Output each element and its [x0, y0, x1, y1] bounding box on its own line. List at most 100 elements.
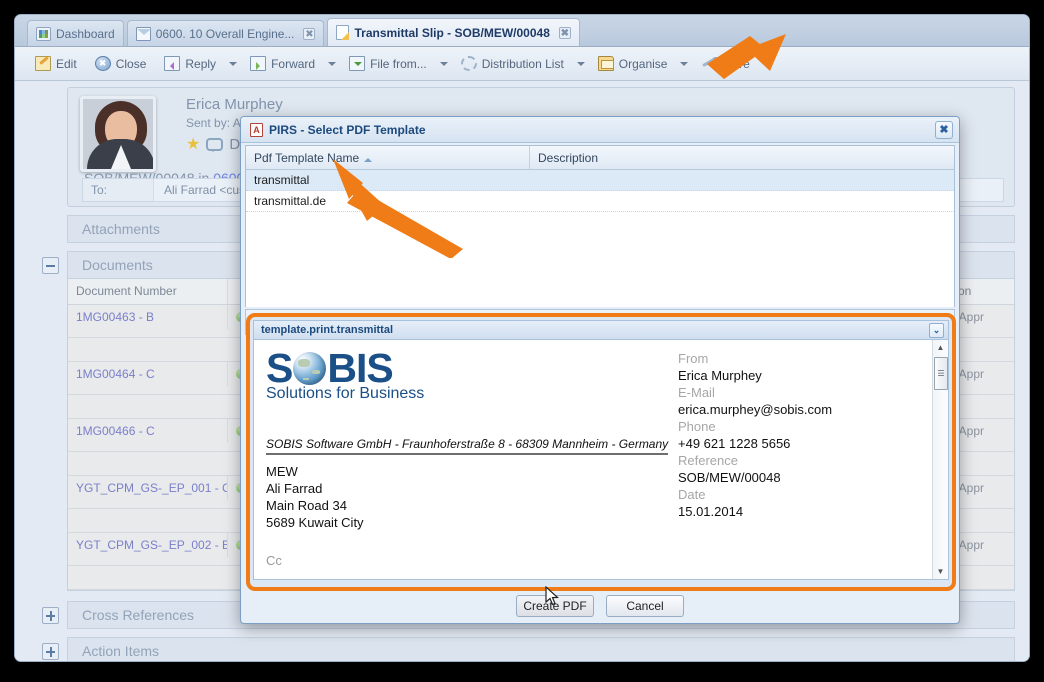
- column-description[interactable]: Description: [530, 146, 954, 169]
- cancel-button[interactable]: Cancel: [606, 595, 684, 617]
- button-label: Reply: [185, 57, 216, 71]
- reply-menu-chevron-down-icon[interactable]: [226, 53, 240, 75]
- cell-document-number: 1MG00464 - C: [68, 362, 228, 386]
- more-button[interactable]: More: [693, 52, 757, 76]
- button-label: Forward: [271, 57, 315, 71]
- section-label: Action Items: [82, 643, 159, 659]
- meta-label: Reference: [678, 452, 832, 469]
- scrollbar-thumb[interactable]: ☰: [934, 357, 948, 390]
- create-pdf-button[interactable]: Create PDF: [516, 595, 594, 617]
- meta-label: From: [678, 350, 832, 367]
- logo-subtitle: Solutions for Business: [266, 385, 424, 403]
- section-label: Documents: [82, 257, 153, 273]
- meta-value: SOB/MEW/00048: [678, 469, 832, 486]
- cc-label: Cc: [266, 553, 919, 568]
- template-preview-highlight: template.print.transmittal ⌄ S BIS: [246, 313, 956, 591]
- meta-value: erica.murphey@sobis.com: [678, 401, 832, 418]
- meta-label: E-Mail: [678, 384, 832, 401]
- button-label: Edit: [56, 57, 77, 71]
- scroll-down-icon[interactable]: ▼: [933, 564, 948, 579]
- distribution-list-menu-chevron-down-icon[interactable]: [574, 53, 588, 75]
- file-from-button[interactable]: File from...: [341, 52, 435, 76]
- avatar: [80, 96, 156, 172]
- file-from-icon: [349, 56, 365, 71]
- file-from-menu-chevron-down-icon[interactable]: [437, 53, 451, 75]
- column-pdf-template-name[interactable]: Pdf Template Name: [246, 146, 530, 169]
- meta-value: 15.01.2014: [678, 503, 832, 520]
- forward-icon: [250, 56, 266, 71]
- more-menu-chevron-down-icon[interactable]: [760, 53, 774, 75]
- star-icon[interactable]: ★: [186, 134, 200, 154]
- template-grid: Pdf Template Name Description transmitta…: [245, 145, 955, 307]
- tab-label: 0600. 10 Overall Engine...: [156, 27, 295, 41]
- globe-icon: [293, 352, 326, 385]
- collapse-minus-icon[interactable]: [42, 257, 59, 274]
- edit-button[interactable]: Edit: [27, 52, 85, 76]
- logo-text-left: S: [266, 349, 292, 387]
- distribution-list-icon: [461, 56, 477, 71]
- to-label: To:: [83, 183, 153, 197]
- sort-ascending-icon: [364, 154, 372, 162]
- more-wrench-icon: [701, 56, 717, 71]
- list-item[interactable]: transmittal.de: [246, 191, 954, 212]
- button-label: Organise: [619, 57, 668, 71]
- section-label: Cross References: [82, 607, 194, 623]
- forward-menu-chevron-down-icon[interactable]: [325, 53, 339, 75]
- tab-label: Transmittal Slip - SOB/MEW/00048: [354, 26, 549, 40]
- column-document-number[interactable]: Document Number: [68, 279, 228, 304]
- dialog-footer: Create PDF Cancel: [241, 589, 959, 623]
- select-pdf-template-dialog: PIRS - Select PDF Template ✖ Pdf Templat…: [240, 116, 960, 624]
- scroll-up-icon[interactable]: ▲: [933, 340, 948, 355]
- close-button[interactable]: Close: [87, 52, 155, 76]
- collapse-chevron-down-icon[interactable]: ⌄: [929, 323, 944, 338]
- logo-text-right: BIS: [327, 349, 392, 387]
- cell-document-number: YGT_CPM_GS-_EP_002 - B: [68, 533, 228, 557]
- reply-button[interactable]: Reply: [156, 52, 224, 76]
- expand-plus-icon[interactable]: [42, 607, 59, 624]
- pdf-preview-content: S BIS Solutions for Business SOBIS Softw…: [254, 340, 931, 579]
- expand-plus-icon[interactable]: [42, 643, 59, 660]
- tab-label: Dashboard: [56, 27, 115, 41]
- tab-transmittal-slip[interactable]: Transmittal Slip - SOB/MEW/00048 ✖: [327, 18, 579, 46]
- preview-panel-title: template.print.transmittal: [261, 324, 393, 336]
- edit-icon: [35, 56, 51, 71]
- button-label: More: [722, 57, 749, 71]
- pdf-meta-block: From Erica Murphey E-Mail erica.murphey@…: [678, 350, 832, 520]
- tab-overall-engine[interactable]: 0600. 10 Overall Engine... ✖: [127, 20, 325, 46]
- cell-document-number: YGT_CPM_GS-_EP_001 - C: [68, 476, 228, 500]
- organise-menu-chevron-down-icon[interactable]: [677, 53, 691, 75]
- dialog-title: PIRS - Select PDF Template: [269, 123, 426, 137]
- tab-dashboard[interactable]: Dashboard: [27, 20, 124, 46]
- document-icon: [336, 25, 349, 40]
- mail-icon: [136, 27, 151, 41]
- tab-close-icon[interactable]: ✖: [303, 28, 315, 40]
- organise-button[interactable]: Organise: [590, 52, 676, 76]
- close-icon[interactable]: ✖: [935, 121, 953, 139]
- button-label: File from...: [370, 57, 427, 71]
- cell-description: [530, 191, 954, 211]
- cell-description: [530, 170, 954, 190]
- template-grid-body: transmittal transmittal.de: [246, 170, 954, 307]
- sender-name: Erica Murphey: [186, 96, 283, 113]
- comment-bubble-icon[interactable]: [206, 138, 223, 151]
- cell-template-name: transmittal.de: [246, 191, 530, 211]
- distribution-list-button[interactable]: Distribution List: [453, 52, 572, 76]
- column-label: Pdf Template Name: [254, 151, 359, 165]
- screenshot-root: Dashboard 0600. 10 Overall Engine... ✖ T…: [0, 0, 1044, 682]
- column-label: Description: [538, 151, 598, 165]
- forward-button[interactable]: Forward: [242, 52, 323, 76]
- application-body: Dashboard 0600. 10 Overall Engine... ✖ T…: [15, 15, 1029, 661]
- meta-value: Erica Murphey: [678, 367, 832, 384]
- list-item[interactable]: transmittal: [246, 170, 954, 191]
- button-label: Close: [116, 57, 147, 71]
- meta-label: Phone: [678, 418, 832, 435]
- pdf-icon: [250, 123, 263, 137]
- company-address-line: SOBIS Software GmbH - Fraunhoferstraße 8…: [266, 437, 668, 455]
- template-grid-header: Pdf Template Name Description: [246, 146, 954, 170]
- cell-document-number: 1MG00466 - C: [68, 419, 228, 443]
- tab-strip: Dashboard 0600. 10 Overall Engine... ✖ T…: [15, 15, 1029, 47]
- section-action-items[interactable]: Action Items: [67, 637, 1015, 661]
- reply-icon: [164, 56, 180, 71]
- tab-close-icon[interactable]: ✖: [559, 27, 571, 39]
- preview-vertical-scrollbar[interactable]: ▲ ☰ ▼: [932, 340, 948, 579]
